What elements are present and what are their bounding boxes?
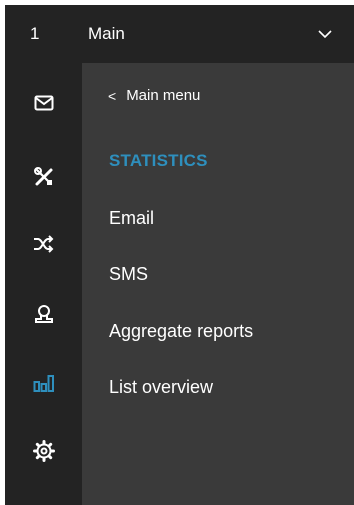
icon-rail xyxy=(5,63,82,505)
app-window: 1 Main < Main menu STATISTICS Email SMS … xyxy=(5,5,354,505)
menu-item-email[interactable]: Email xyxy=(109,208,154,229)
rail-item-tools[interactable] xyxy=(5,151,82,207)
section-heading: STATISTICS xyxy=(109,151,208,170)
rail-item-mail[interactable] xyxy=(5,77,82,133)
mail-icon xyxy=(34,95,54,116)
rail-item-automation[interactable] xyxy=(5,218,82,274)
rail-item-statistics[interactable] xyxy=(5,357,82,413)
shuffle-icon xyxy=(33,234,55,258)
tools-icon xyxy=(33,166,55,193)
back-label: Main menu xyxy=(126,87,201,104)
submenu-panel: < Main menu STATISTICS Email SMS Aggrega… xyxy=(82,63,354,505)
rail-item-contacts[interactable] xyxy=(5,288,82,344)
statistics-icon xyxy=(33,374,55,397)
chevron-left-icon: < xyxy=(108,87,117,104)
menu-item-sms[interactable]: SMS xyxy=(109,264,148,285)
back-to-main-menu[interactable]: < Main menu xyxy=(108,87,200,104)
menu-item-aggregate-reports[interactable]: Aggregate reports xyxy=(109,321,253,342)
gear-icon xyxy=(32,439,55,467)
rail-item-settings[interactable] xyxy=(5,425,82,481)
account-switcher[interactable]: 1 Main xyxy=(5,5,354,63)
menu-item-list-overview[interactable]: List overview xyxy=(109,377,213,398)
contacts-icon xyxy=(34,304,54,329)
account-name: Main xyxy=(88,24,125,43)
chevron-down-icon[interactable] xyxy=(305,5,345,63)
account-number: 1 xyxy=(30,24,40,43)
